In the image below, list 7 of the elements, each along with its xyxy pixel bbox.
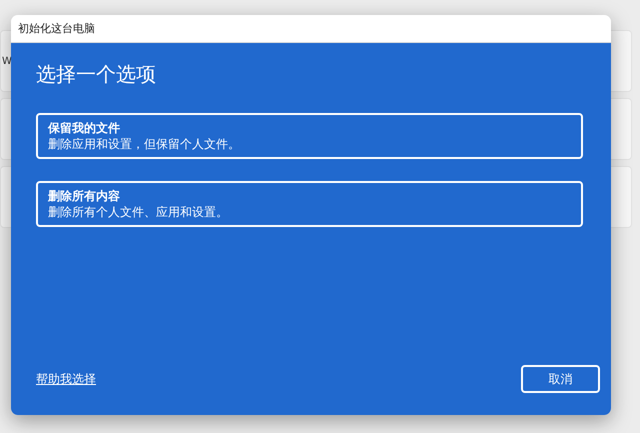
window-title: 初始化这台电脑: [18, 21, 95, 36]
help-link[interactable]: 帮助我选择: [36, 370, 96, 388]
dialog-heading: 选择一个选项: [36, 61, 157, 88]
cancel-button[interactable]: 取消: [521, 365, 600, 393]
option-button[interactable]: 删除所有内容 删除所有个人文件、应用和设置。: [36, 181, 583, 227]
card-label: W: [1, 56, 12, 66]
option-button[interactable]: 保留我的文件 删除应用和设置，但保留个人文件。: [36, 113, 583, 159]
